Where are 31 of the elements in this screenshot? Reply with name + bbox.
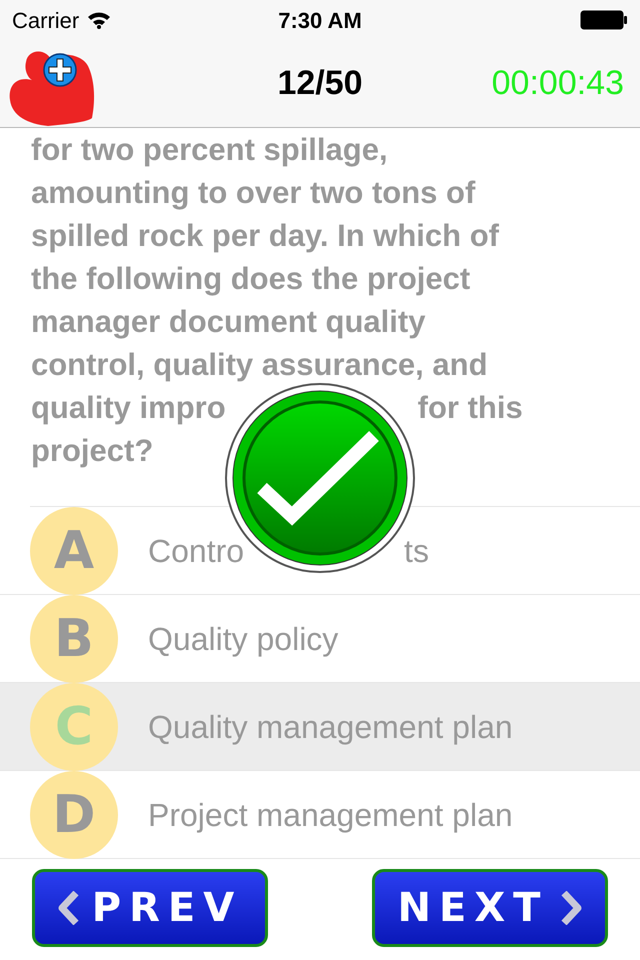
option-letter: A: [30, 506, 118, 594]
option-letter: C: [30, 682, 118, 770]
option-text: Contro: [148, 532, 244, 570]
chevron-right-icon: [560, 891, 582, 925]
option-letter: D: [30, 770, 118, 858]
timer: 00:00:43: [492, 63, 624, 104]
option-text: Project management plan: [148, 796, 513, 835]
next-button[interactable]: NEXT: [372, 869, 608, 947]
question-text: control, quality assurance, and: [31, 346, 488, 384]
question-text: amounting to over two tons of: [31, 174, 476, 212]
answer-option[interactable]: B Quality policy: [0, 595, 640, 683]
question-text: quality impro: [31, 389, 226, 427]
clock-time: 7:30 AM: [278, 6, 362, 34]
question-text: the following does the project: [31, 260, 470, 298]
answer-option[interactable]: D Project management plan: [0, 771, 640, 859]
chevron-left-icon: [58, 891, 80, 925]
option-letter: B: [30, 594, 118, 682]
option-text: Quality management plan: [148, 708, 513, 747]
option-text: ts: [404, 532, 429, 570]
wifi-icon: [87, 11, 112, 29]
battery-icon: [580, 10, 628, 30]
question-text: project?: [31, 432, 154, 470]
answer-option[interactable]: C Quality management plan: [0, 683, 640, 771]
prev-button[interactable]: PREV: [32, 869, 268, 947]
question-text: spilled rock per day. In which of: [31, 217, 499, 255]
option-text: Quality policy: [148, 620, 338, 659]
carrier-label: Carrier: [12, 6, 80, 34]
question-counter: 12/50: [277, 63, 363, 104]
question-text: manager document quality: [31, 303, 426, 341]
question-text: for this: [418, 389, 523, 427]
question-text: for two percent spillage,: [31, 131, 388, 169]
